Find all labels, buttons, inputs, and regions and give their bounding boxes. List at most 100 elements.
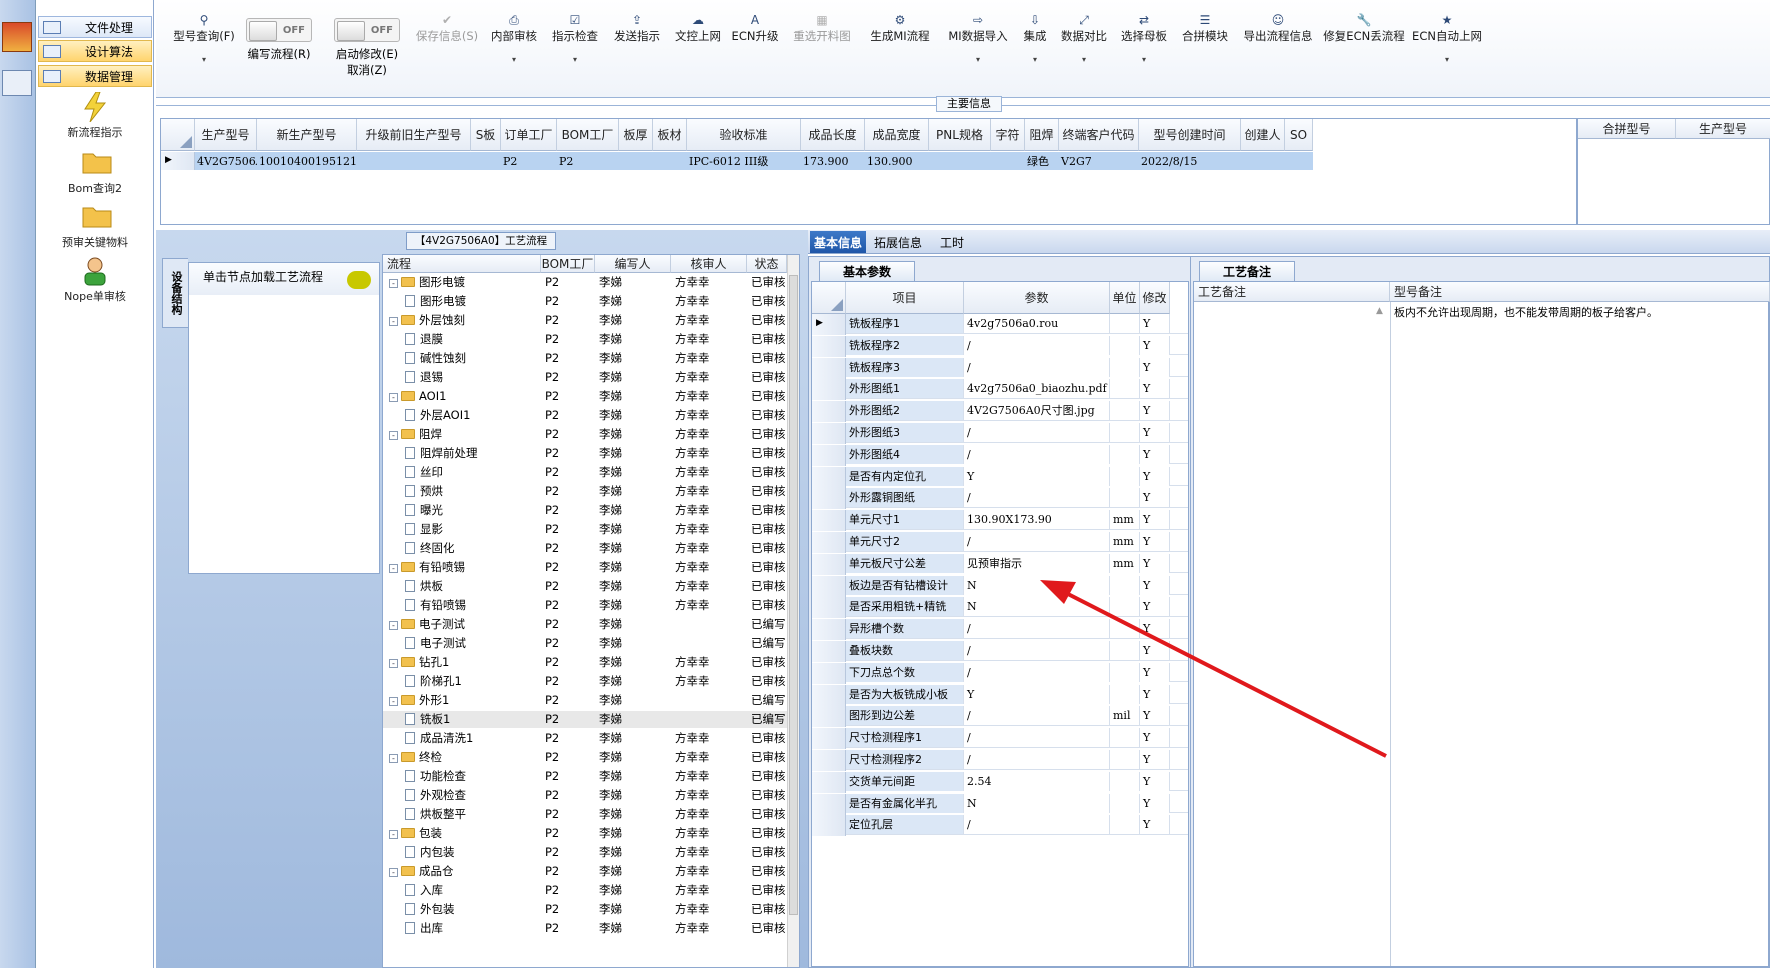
process-row[interactable]: 入库 P2 李娣 方幸幸 已审核 — [383, 882, 787, 899]
param-mod[interactable]: Y — [1140, 314, 1170, 333]
row-header[interactable] — [812, 728, 846, 750]
process-row[interactable]: - 图形电镀 P2 李娣 方幸幸 已审核 — [383, 274, 787, 291]
param-unit[interactable]: mil — [1110, 706, 1140, 726]
row-header[interactable] — [812, 466, 846, 488]
param-row[interactable]: 图形到边公差 / mil Y — [812, 706, 1188, 728]
col-item[interactable]: 项目 — [846, 282, 964, 314]
main-info-cell[interactable] — [619, 152, 653, 170]
process-row[interactable]: - 包装 P2 李娣 方幸幸 已审核 — [383, 825, 787, 842]
row-header[interactable] — [812, 706, 846, 728]
row-header[interactable] — [812, 815, 846, 837]
model-note-text[interactable]: 板内不允许出现周期，也不能发带周期的板子给客户。 — [1394, 304, 1766, 320]
scroll-up-icon[interactable]: ▲ — [1376, 306, 1388, 318]
main-info-cell[interactable]: 2022/8/15 — [1139, 152, 1241, 170]
process-row[interactable]: - 外形1 P2 李娣 已编写 — [383, 692, 787, 709]
param-row[interactable]: 铣板程序3/ Y — [812, 357, 1188, 379]
col-unit[interactable]: 单位 — [1110, 282, 1140, 314]
send-instruction-button[interactable]: ⇪ 发送指示 — [608, 12, 666, 44]
param-mod[interactable]: Y — [1140, 488, 1170, 508]
param-value[interactable]: Y — [964, 684, 1110, 704]
param-value[interactable]: N — [964, 597, 1110, 617]
main-info-cell[interactable] — [929, 152, 991, 170]
param-row[interactable]: 外形图纸4/ Y — [812, 444, 1188, 466]
mi-import-button[interactable]: ⇨ MI数据导入 ▾ — [942, 12, 1014, 68]
param-mod[interactable]: Y — [1140, 575, 1170, 595]
param-row[interactable]: 尺寸检测程序2/ Y — [812, 750, 1188, 771]
row-header[interactable] — [812, 357, 846, 379]
process-row[interactable]: - 阻焊 P2 李娣 方幸幸 已审核 — [383, 426, 787, 443]
col-modify[interactable]: 修改 — [1140, 282, 1170, 314]
process-row[interactable]: - 终检 P2 李娣 方幸幸 已审核 — [383, 749, 787, 766]
col-17[interactable]: SO — [1285, 119, 1313, 151]
param-unit[interactable] — [1110, 728, 1140, 748]
main-info-cell[interactable]: V2G7 — [1059, 152, 1139, 170]
process-scrollbar[interactable] — [787, 255, 799, 967]
param-unit[interactable] — [1110, 641, 1140, 660]
param-value[interactable]: N — [964, 575, 1110, 595]
col-1[interactable]: 新生产型号 — [257, 119, 357, 151]
tab-basic-params[interactable]: 基本参数 — [819, 261, 915, 281]
param-row[interactable]: 尺寸检测程序1/ Y — [812, 728, 1188, 750]
col-4[interactable]: 订单工厂 — [501, 119, 557, 151]
param-unit[interactable] — [1110, 357, 1140, 377]
param-value[interactable]: / — [964, 444, 1110, 464]
process-row[interactable]: - 钻孔1 P2 李娣 方幸幸 已审核 — [383, 654, 787, 671]
param-row[interactable]: 是否有金属化半孔 N Y — [812, 793, 1188, 815]
row-header[interactable] — [812, 510, 846, 532]
param-mod[interactable]: Y — [1140, 706, 1170, 726]
export-flow-button[interactable]: ☺ 导出流程信息 — [1238, 12, 1318, 44]
col-writer[interactable]: 编写人 — [595, 255, 671, 273]
main-info-cell[interactable]: 130.900 — [865, 152, 929, 170]
process-row[interactable]: 烘板 P2 李娣 方幸幸 已审核 — [383, 578, 787, 595]
collapse-icon[interactable]: - — [389, 659, 398, 668]
param-mod[interactable]: Y — [1140, 684, 1170, 704]
model-query-button[interactable]: ⚲ 型号查询(F) ▾ — [162, 12, 246, 68]
process-row[interactable]: 退锡 P2 李娣 方幸幸 已审核 — [383, 369, 787, 386]
process-row[interactable]: 成品清洗1 P2 李娣 方幸幸 已审核 — [383, 730, 787, 747]
param-value[interactable]: 4V2G7506A0尺寸图.jpg — [964, 401, 1110, 421]
collapse-icon[interactable]: - — [389, 431, 398, 440]
param-value[interactable]: / — [964, 728, 1110, 748]
process-row[interactable]: 铣板1 P2 李娣 已编写 — [383, 711, 787, 728]
param-row[interactable]: 叠板块数 / Y — [812, 641, 1188, 662]
param-mod[interactable]: Y — [1140, 357, 1170, 377]
col-12[interactable]: 字符 — [991, 119, 1025, 151]
param-row[interactable]: 单元尺寸2/mm Y — [812, 532, 1188, 553]
param-unit[interactable] — [1110, 597, 1140, 617]
row-header[interactable] — [812, 575, 846, 597]
param-unit[interactable] — [1110, 466, 1140, 486]
process-row[interactable]: 电子测试 P2 李娣 已编写 — [383, 635, 787, 652]
param-unit[interactable] — [1110, 379, 1140, 399]
main-info-cell[interactable]: IPC-6012 III级 — [687, 152, 801, 170]
param-value[interactable]: 130.90X173.90 — [964, 510, 1110, 530]
row-header[interactable] — [812, 662, 846, 684]
col-3[interactable]: S板 — [471, 119, 501, 151]
row-header[interactable]: ▶ — [812, 314, 846, 335]
process-row[interactable]: 丝印 P2 李娣 方幸幸 已审核 — [383, 464, 787, 481]
process-row[interactable]: 出库 P2 李娣 方幸幸 已审核 — [383, 920, 787, 937]
param-row[interactable]: 外形露铜图纸 / Y — [812, 488, 1188, 510]
col-process-note[interactable]: 工艺备注 — [1194, 282, 1390, 302]
process-row[interactable]: 预烘 P2 李娣 方幸幸 已审核 — [383, 483, 787, 500]
collapse-icon[interactable]: - — [389, 621, 398, 630]
param-mod[interactable]: Y — [1140, 510, 1170, 530]
merge-model-header[interactable]: 合拼型号 — [1578, 119, 1676, 139]
param-mod[interactable]: Y — [1140, 401, 1170, 421]
param-value[interactable]: / — [964, 641, 1110, 660]
param-value[interactable]: 4v2g7506a0_biaozhu.pdf — [964, 379, 1110, 399]
param-mod[interactable]: Y — [1140, 466, 1170, 486]
collapse-icon[interactable]: - — [389, 317, 398, 326]
param-mod[interactable]: Y — [1140, 750, 1170, 769]
param-value[interactable]: 4v2g7506a0.rou — [964, 314, 1110, 333]
param-value[interactable]: Y — [964, 466, 1110, 486]
new-flow-tool[interactable]: 新流程指示 — [38, 91, 152, 140]
col-6[interactable]: 板厚 — [619, 119, 653, 151]
param-mod[interactable]: Y — [1140, 771, 1170, 791]
param-row[interactable]: 单元板尺寸公差 见预审指示 mm Y — [812, 553, 1188, 575]
process-row[interactable]: 有铅喷锡 P2 李娣 方幸幸 已审核 — [383, 597, 787, 614]
col-7[interactable]: 板材 — [653, 119, 687, 151]
bom-query-tool[interactable]: Bom查询2 — [38, 148, 152, 196]
main-info-cell[interactable]: 10010400195121 — [257, 152, 357, 170]
col-14[interactable]: 终端客户代码 — [1059, 119, 1139, 151]
param-row[interactable]: 异形槽个数 / Y — [812, 619, 1188, 641]
